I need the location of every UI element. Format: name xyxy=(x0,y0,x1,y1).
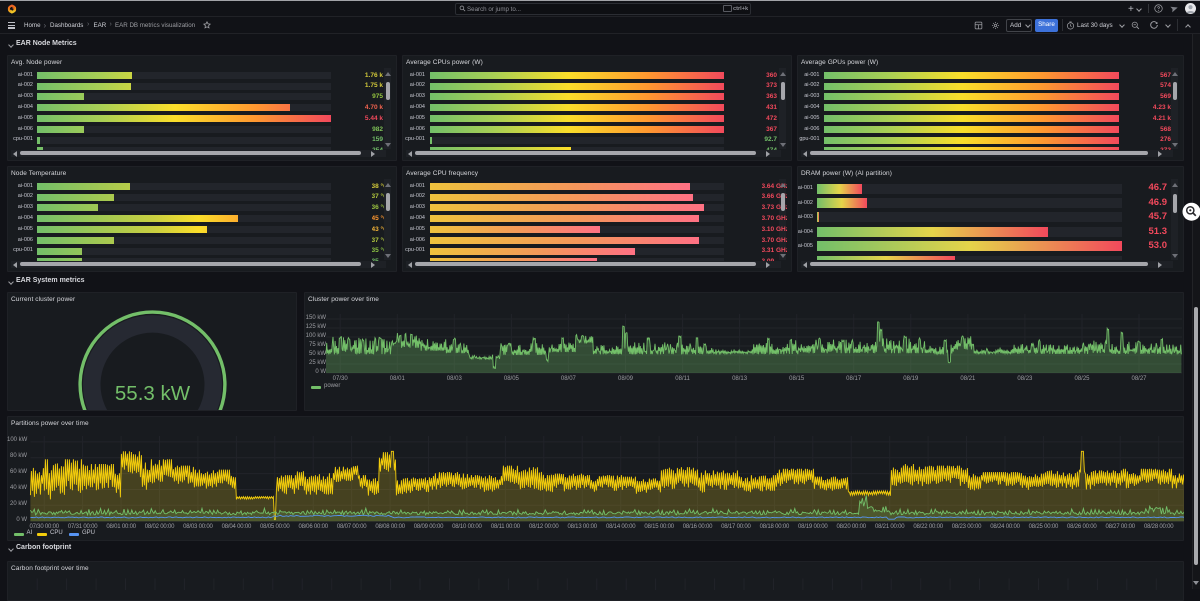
svg-text:55.3 kW: 55.3 kW xyxy=(115,382,191,405)
